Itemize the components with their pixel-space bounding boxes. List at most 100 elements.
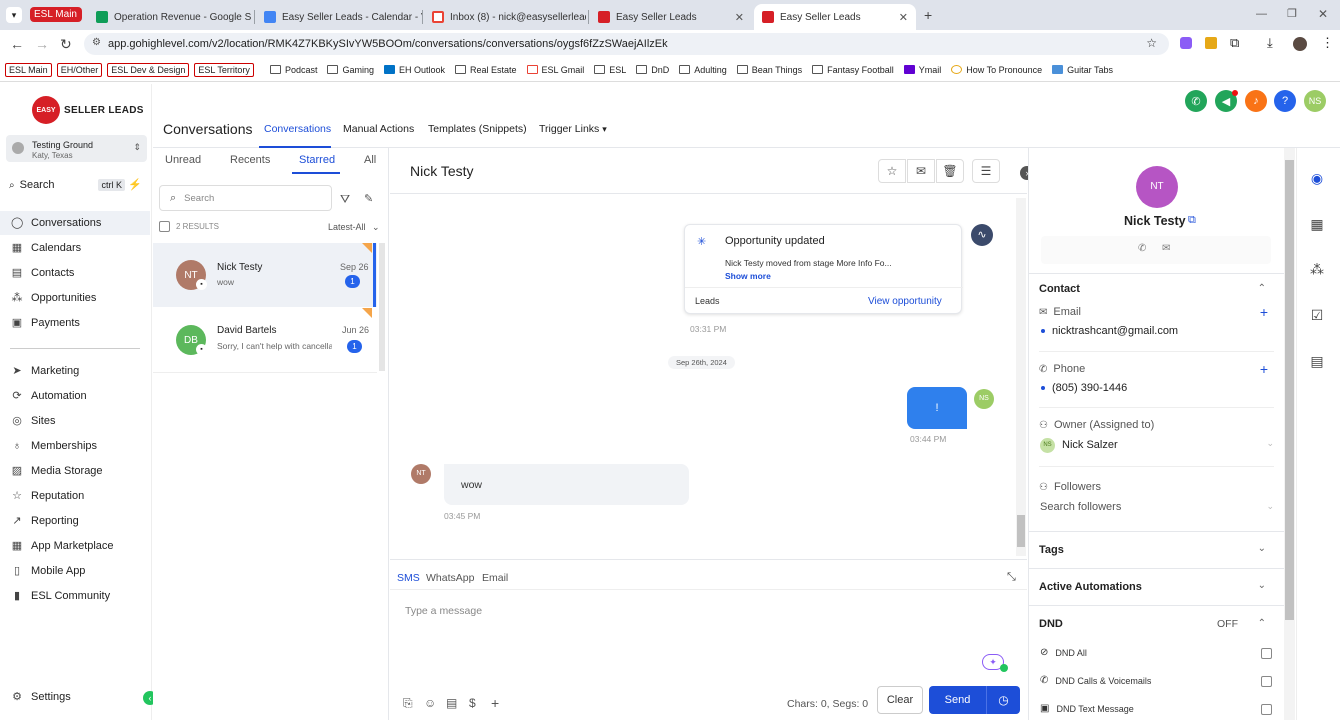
email-icon[interactable]: ✉	[1162, 243, 1170, 254]
bookmark-gaming[interactable]: Gaming	[327, 65, 374, 75]
email-value[interactable]: nicktrashcant@gmail.com	[1041, 325, 1178, 337]
chevron-up-icon[interactable]: ⌃	[1258, 283, 1266, 294]
dnd-calls-checkbox[interactable]	[1261, 676, 1272, 687]
snippet-icon[interactable]: ▤	[446, 696, 457, 710]
tab-manual-actions[interactable]: Manual Actions	[343, 123, 414, 135]
extensions-puzzle-icon[interactable]: ⧉	[1230, 35, 1239, 51]
mark-read-button[interactable]: ✉	[907, 159, 935, 183]
help-button[interactable]: ?	[1274, 90, 1296, 112]
tab-inbox[interactable]: Inbox (8) - nick@easysellerlead ✕	[424, 4, 586, 30]
contact-profile-icon[interactable]: ◉	[1308, 170, 1326, 188]
bookmark-fantasy-football[interactable]: Fantasy Football	[812, 65, 894, 75]
tab-search-icon[interactable]: ▾	[6, 7, 22, 23]
close-icon[interactable]: ✕	[893, 11, 908, 24]
add-email-icon[interactable]: +	[1260, 304, 1268, 320]
section-dnd[interactable]: DND	[1039, 618, 1063, 630]
composer-tab-sms[interactable]: SMS	[397, 572, 420, 584]
section-contact[interactable]: Contact	[1039, 283, 1080, 295]
new-tab-icon[interactable]: +	[924, 7, 932, 23]
view-opportunity-link[interactable]: View opportunity	[868, 296, 942, 307]
sidebar-item-mobile-app[interactable]: ▯ Mobile App	[0, 559, 150, 583]
sidebar-item-payments[interactable]: ▣ Payments	[0, 311, 150, 335]
tab-operation-revenue[interactable]: Operation Revenue - Google S ✕	[88, 4, 254, 30]
bookmark-esl-gmail[interactable]: ESL Gmail	[526, 65, 584, 75]
sidebar-item-esl-community[interactable]: ▮ ESL Community	[0, 584, 150, 608]
extension-icon[interactable]	[1205, 37, 1217, 49]
bookmark-podcast[interactable]: Podcast	[269, 65, 317, 75]
sidebar-item-sites[interactable]: ◎ Sites	[0, 409, 150, 433]
tab-all[interactable]: All	[364, 154, 376, 166]
tab-starred[interactable]: Starred	[299, 154, 335, 166]
location-switcher[interactable]: Testing Ground Katy, Texas ⇕	[6, 135, 147, 162]
chevron-up-icon[interactable]: ⌃	[1258, 618, 1266, 629]
add-icon[interactable]: +	[491, 695, 499, 711]
show-more-link[interactable]: Show more	[725, 271, 771, 281]
download-icon[interactable]: ⤓	[1267, 35, 1273, 51]
schedule-send-button[interactable]: ◷	[986, 686, 1020, 714]
sidebar-item-contacts[interactable]: ▤ Contacts	[0, 261, 150, 285]
sidebar-item-reporting[interactable]: ↗ Reporting	[0, 509, 150, 533]
lightning-icon[interactable]: ⚡	[128, 178, 142, 191]
section-tags[interactable]: Tags	[1039, 544, 1064, 556]
clear-button[interactable]: Clear	[877, 686, 923, 714]
extension-icon[interactable]	[1180, 37, 1192, 49]
followers-select[interactable]: Search followers ⌄	[1039, 498, 1274, 518]
tab-conversations[interactable]: Conversations	[264, 123, 331, 135]
sidebar-item-memberships[interactable]: ♁ Memberships	[0, 434, 150, 458]
reload-icon[interactable]: ↻	[60, 36, 72, 53]
bookmark-esl-territory[interactable]: ESL Territory	[194, 62, 254, 77]
calendar-icon[interactable]: ▦	[1308, 216, 1326, 234]
call-icon[interactable]: ✆	[1138, 243, 1146, 254]
chat-scrollbar-thumb[interactable]	[1017, 515, 1025, 547]
sidebar-item-calendars[interactable]: ▦ Calendars	[0, 236, 150, 260]
bookmark-esl-dev-design[interactable]: ESL Dev & Design	[107, 62, 190, 77]
forward-icon[interactable]: →	[35, 36, 49, 52]
bookmark-dnd[interactable]: DnD	[636, 65, 669, 75]
conversation-item[interactable]: NT ▪ Nick Testy wow Sep 26 1	[153, 243, 377, 307]
dnd-text-checkbox[interactable]	[1261, 704, 1272, 715]
tab-trigger-links[interactable]: Trigger Links ▾	[539, 123, 607, 135]
compose-icon[interactable]: ✎	[364, 192, 373, 205]
payment-link-icon[interactable]: $	[469, 696, 476, 710]
bookmark-eh-outlook[interactable]: EH Outlook	[383, 65, 445, 75]
bookmark-bean-things[interactable]: Bean Things	[736, 65, 802, 75]
bookmark-star-icon[interactable]: ☆	[1146, 36, 1157, 50]
notifications-button[interactable]: ♪	[1245, 90, 1267, 112]
star-button[interactable]: ☆	[878, 159, 906, 183]
profile-avatar[interactable]	[1293, 37, 1307, 51]
conversation-list-scrollbar[interactable]	[379, 243, 385, 371]
notes-icon[interactable]: ▤	[1308, 353, 1326, 371]
attachment-icon[interactable]: ⎘	[403, 696, 413, 711]
send-button[interactable]: Send	[929, 686, 986, 714]
sidebar-item-media-storage[interactable]: ▨ Media Storage	[0, 459, 150, 483]
minimize-icon[interactable]: —	[1256, 8, 1267, 20]
site-info-icon[interactable]: ⚙	[92, 37, 101, 48]
opportunities-icon[interactable]: ⁂	[1308, 261, 1326, 279]
tab-calendar[interactable]: Easy Seller Leads - Calendar - V ✕	[256, 4, 422, 30]
dnd-all-checkbox[interactable]	[1261, 648, 1272, 659]
back-icon[interactable]: ←	[10, 36, 24, 52]
search-input[interactable]: ⌕ Search	[159, 185, 332, 211]
sidebar-item-marketing[interactable]: ➤ Marketing	[0, 359, 150, 383]
select-all-checkbox[interactable]	[159, 221, 170, 232]
conversation-item[interactable]: DB ▪ David Bartels Sorry, I can't help w…	[153, 308, 377, 372]
restore-icon[interactable]: ❐	[1287, 7, 1297, 20]
filter-icon[interactable]: ⛛	[340, 192, 350, 207]
tab-unread[interactable]: Unread	[165, 154, 201, 166]
sidebar-item-app-marketplace[interactable]: ▦ App Marketplace	[0, 534, 150, 558]
composer-tab-whatsapp[interactable]: WhatsApp	[426, 572, 474, 584]
bookmark-esl[interactable]: ESL	[594, 65, 626, 75]
menu-kebab-icon[interactable]: ⋮	[1321, 35, 1334, 51]
bookmark-real-estate[interactable]: Real Estate	[455, 65, 517, 75]
sidebar-item-opportunities[interactable]: ⁂ Opportunities	[0, 286, 150, 310]
bookmark-ymail[interactable]: Ymail	[903, 65, 941, 75]
sidebar-item-conversations[interactable]: ◯ Conversations	[0, 211, 150, 235]
tasks-icon[interactable]: ☑	[1308, 307, 1326, 325]
owner-select[interactable]: NS Nick Salzer ⌄	[1039, 435, 1274, 455]
chevron-down-icon[interactable]: ⌄	[1258, 543, 1266, 554]
sidebar-search[interactable]: ⌕ Search ctrl K ⚡	[6, 177, 147, 193]
section-active-automations[interactable]: Active Automations	[1039, 581, 1142, 593]
sort-dropdown[interactable]: Latest-All ⌄	[328, 222, 380, 233]
add-phone-icon[interactable]: +	[1260, 361, 1268, 377]
filter-button[interactable]: ☰	[972, 159, 1000, 183]
